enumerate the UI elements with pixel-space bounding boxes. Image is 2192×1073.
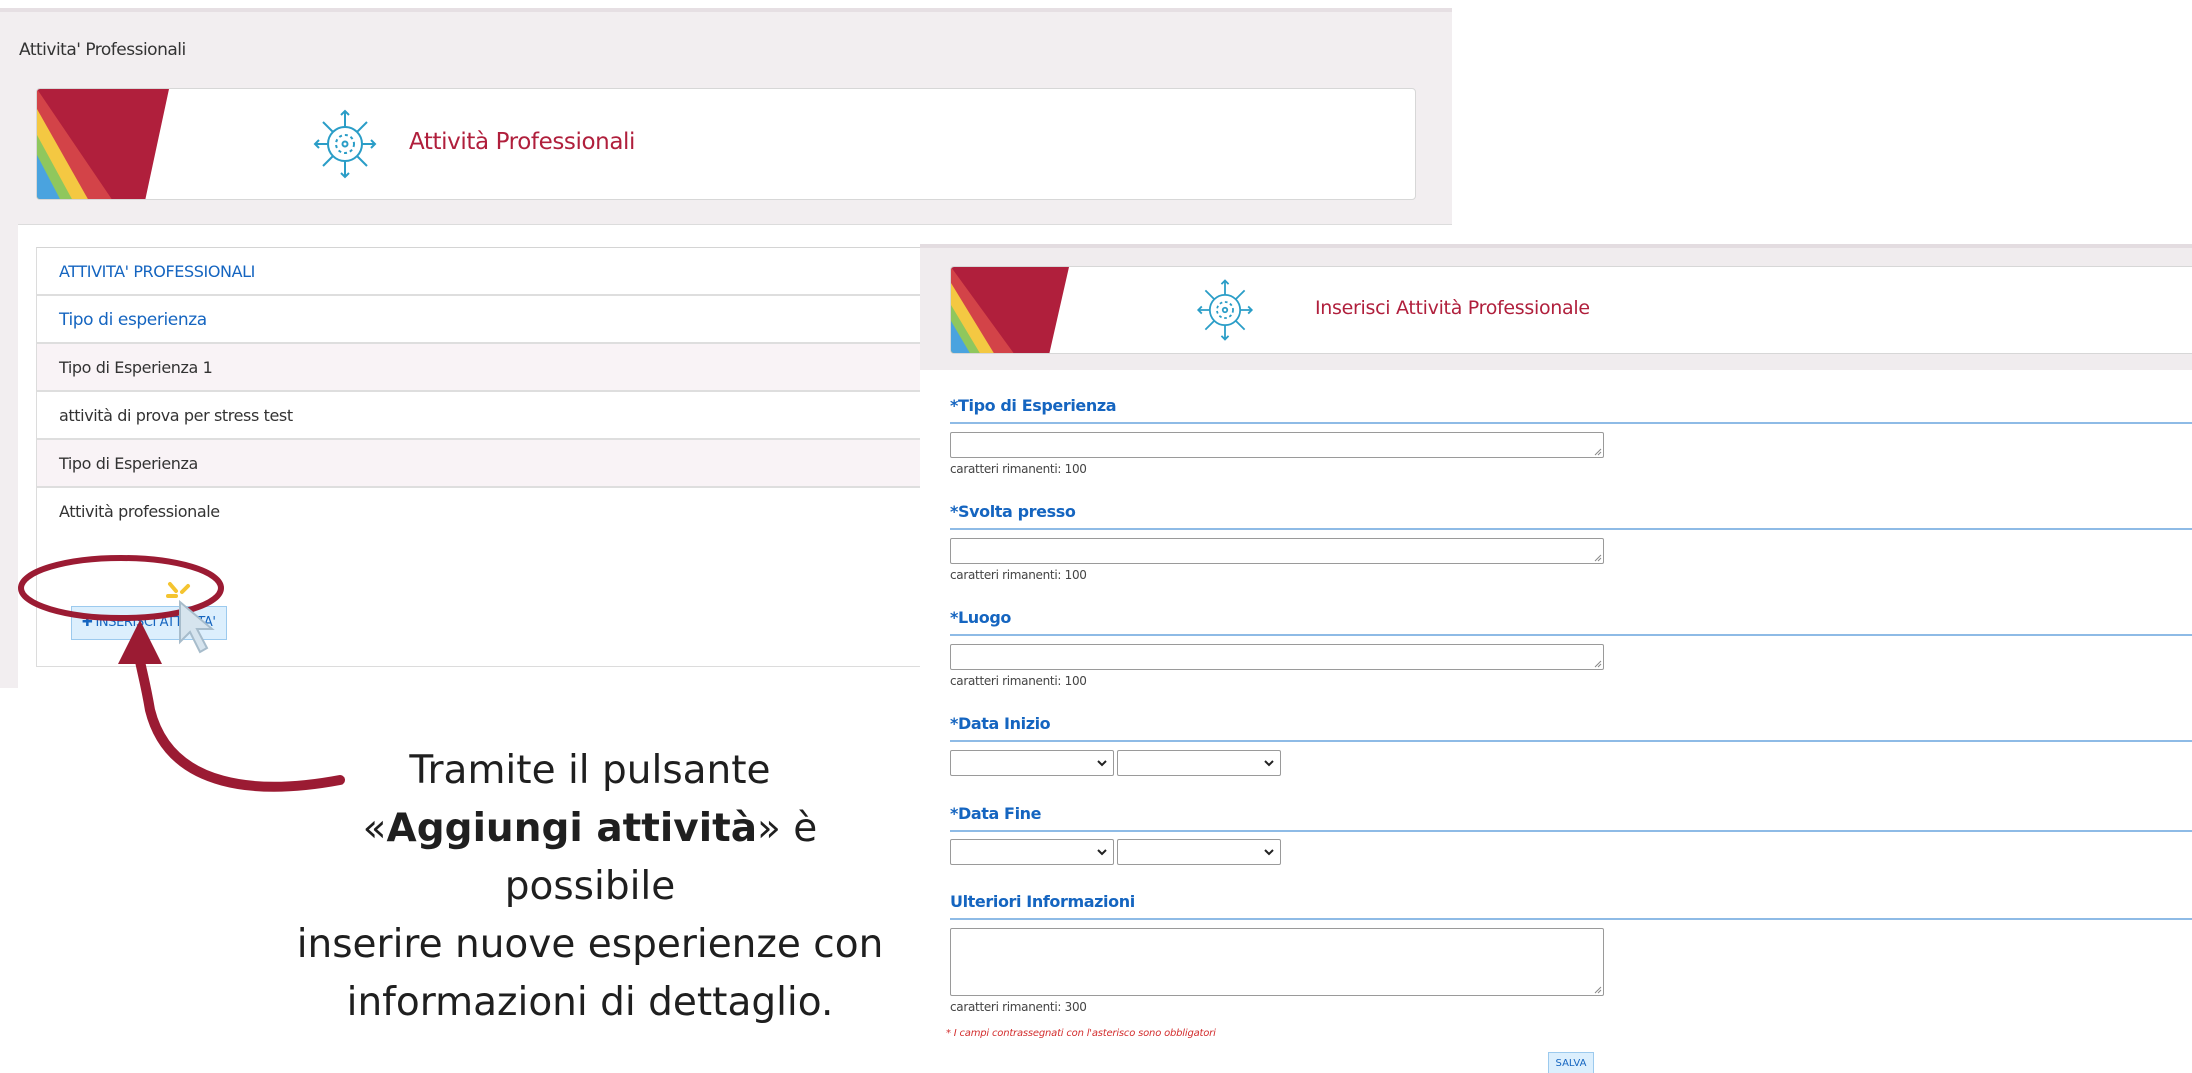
- field-divider: [950, 634, 2192, 636]
- breadcrumb: Attivita' Professionali: [19, 40, 186, 60]
- module-banner: Attività Professionali: [36, 88, 1416, 200]
- caption-quote: «: [362, 806, 387, 851]
- chars-remaining: caratteri rimanenti: 300: [950, 1000, 1087, 1014]
- chevron-down-icon: [1264, 849, 1274, 856]
- chevron-down-icon: [1097, 760, 1107, 767]
- field-divider: [950, 740, 2192, 742]
- caption-line: «Aggiungi attività» è possibile: [280, 800, 900, 916]
- banner-stripes-logo: [37, 89, 169, 199]
- insert-activity-page: Inserisci Attività Professionale *Tipo d…: [920, 244, 2192, 1073]
- plus-icon: ✚: [82, 615, 93, 630]
- field-divider: [950, 528, 2192, 530]
- resize-grip-icon: [1594, 660, 1602, 668]
- insert-activity-form: *Tipo di Esperienza caratteri rimanenti:…: [920, 370, 2192, 1073]
- tipo-esperienza-label: *Tipo di Esperienza: [950, 396, 1117, 415]
- ulteriori-informazioni-textarea[interactable]: [950, 928, 1604, 996]
- banner-stripes-logo: [951, 267, 1069, 353]
- chars-remaining: caratteri rimanenti: 100: [950, 674, 1087, 688]
- caption-line: informazioni di dettaglio.: [346, 980, 834, 1025]
- luogo-label: *Luogo: [950, 608, 1011, 627]
- chevron-down-icon: [1264, 760, 1274, 767]
- explanation-caption: Tramite il pulsante «Aggiungi attività» …: [280, 742, 900, 1032]
- data-fine-label: *Data Fine: [950, 804, 1042, 823]
- module-banner: Inserisci Attività Professionale: [950, 266, 2192, 354]
- form-title: Inserisci Attività Professionale: [1315, 297, 1590, 319]
- tipo-esperienza-input[interactable]: [950, 432, 1604, 458]
- resize-grip-icon: [1594, 448, 1602, 456]
- chars-remaining: caratteri rimanenti: 100: [950, 568, 1087, 582]
- caption-bold: Aggiungi attività: [386, 806, 758, 851]
- virus-network-icon: [1196, 279, 1254, 341]
- field-divider: [950, 422, 2192, 424]
- resize-grip-icon: [1594, 986, 1602, 994]
- svolta-presso-label: *Svolta presso: [950, 502, 1076, 521]
- caption-line: inserire nuove esperienze con: [296, 922, 884, 967]
- field-divider: [950, 830, 2192, 832]
- chevron-down-icon: [1097, 849, 1107, 856]
- data-inizio-month-select[interactable]: [950, 750, 1114, 776]
- ulteriori-informazioni-label: Ulteriori Informazioni: [950, 892, 1135, 911]
- resize-grip-icon: [1594, 554, 1602, 562]
- svolta-presso-input[interactable]: [950, 538, 1604, 564]
- mouse-cursor-icon: [166, 582, 215, 654]
- page-title: Attività Professionali: [409, 129, 635, 155]
- required-fields-note: * I campi contrassegnati con l'asterisco…: [946, 1028, 1216, 1039]
- chars-remaining: caratteri rimanenti: 100: [950, 462, 1087, 476]
- data-inizio-label: *Data Inizio: [950, 714, 1051, 733]
- caption-line: Tramite il pulsante: [409, 748, 771, 793]
- data-inizio-year-select[interactable]: [1117, 750, 1281, 776]
- luogo-input[interactable]: [950, 644, 1604, 670]
- virus-network-icon: [313, 109, 377, 179]
- save-button[interactable]: SALVA: [1548, 1052, 1594, 1073]
- field-divider: [950, 918, 2192, 920]
- data-fine-month-select[interactable]: [950, 839, 1114, 865]
- data-fine-year-select[interactable]: [1117, 839, 1281, 865]
